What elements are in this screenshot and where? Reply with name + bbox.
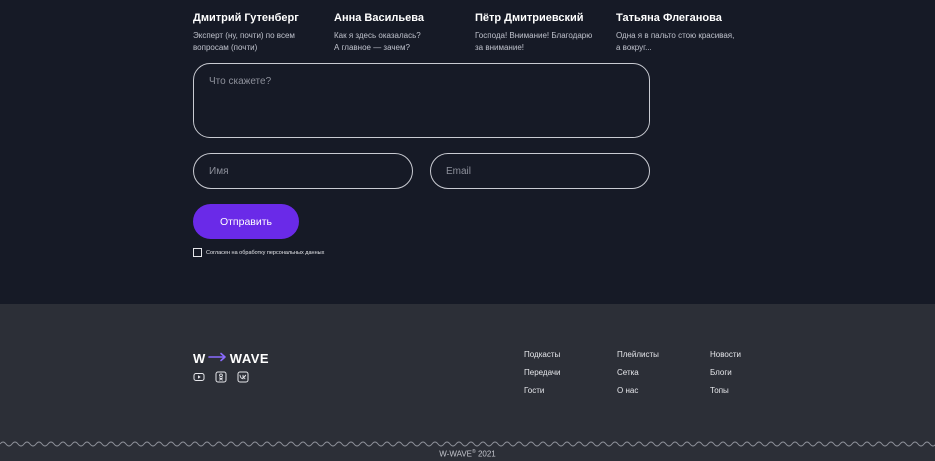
consent-checkbox[interactable]: [193, 248, 202, 257]
guest-card: Татьяна Флеганова Одна я в пальто стою к…: [616, 11, 756, 54]
guest-description: Как я здесь оказалась? А главное — зачем…: [334, 30, 474, 54]
guest-description: Господа! Внимание! Благодарю за внимание…: [475, 30, 615, 54]
guest-name: Анна Васильева: [334, 11, 474, 25]
registered-mark: ®: [472, 449, 476, 455]
wave-divider: [0, 440, 935, 448]
guest-name: Татьяна Флеганова: [616, 11, 756, 25]
guest-card: Анна Васильева Как я здесь оказалась? А …: [334, 11, 474, 54]
guest-description-line: за внимание!: [475, 43, 524, 52]
consent-row: Согласен на обработку персональных данны…: [193, 248, 324, 257]
footer-link-guests[interactable]: Гости: [524, 386, 544, 395]
guest-description-line: Эксперт (ну, почти) по всем: [193, 31, 295, 40]
feedback-section: Дмитрий Гутенберг Эксперт (ну, почти) по…: [0, 0, 935, 304]
footer-link-about[interactable]: О нас: [617, 386, 638, 395]
footer-link-playlists[interactable]: Плейлисты: [617, 350, 659, 359]
logo-w: W: [193, 351, 206, 366]
footer-link-podcasts[interactable]: Подкасты: [524, 350, 560, 359]
guest-description: Одна я в пальто стою красивая, а вокруг.…: [616, 30, 756, 54]
footer: W WAVE Подкасты Передачи Гости Плейлисты…: [0, 304, 935, 461]
youtube-icon[interactable]: [193, 371, 205, 383]
footer-link-schedule[interactable]: Сетка: [617, 368, 639, 377]
logo-wave: WAVE: [230, 351, 269, 366]
guest-name: Дмитрий Гутенберг: [193, 11, 333, 25]
guest-description-line: Господа! Внимание! Благодарю: [475, 31, 592, 40]
copyright: W-WAVE® 2021: [0, 449, 935, 459]
odnoklassniki-icon[interactable]: [215, 371, 227, 383]
message-textarea[interactable]: [193, 63, 650, 138]
guest-card: Пётр Дмитриевский Господа! Внимание! Бла…: [475, 11, 615, 54]
guest-description-line: Как я здесь оказалась?: [334, 31, 421, 40]
logo[interactable]: W WAVE: [193, 349, 269, 367]
email-input[interactable]: [430, 153, 650, 189]
vk-icon[interactable]: [237, 371, 249, 383]
guest-description-line: Одна я в пальто стою красивая,: [616, 31, 734, 40]
guest-description-line: А главное — зачем?: [334, 43, 410, 52]
guest-card: Дмитрий Гутенберг Эксперт (ну, почти) по…: [193, 11, 333, 54]
consent-label: Согласен на обработку персональных данны…: [206, 250, 324, 256]
guest-description: Эксперт (ну, почти) по всем вопросам (по…: [193, 30, 333, 54]
footer-link-news[interactable]: Новости: [710, 350, 741, 359]
footer-link-tops[interactable]: Топы: [710, 386, 729, 395]
guest-description-line: вопросам (почти): [193, 43, 257, 52]
submit-button[interactable]: Отправить: [193, 204, 299, 239]
copyright-brand: W-WAVE: [439, 450, 472, 459]
footer-link-blogs[interactable]: Блоги: [710, 368, 732, 377]
name-input[interactable]: [193, 153, 413, 189]
arrow-right-icon: [208, 349, 228, 367]
footer-link-shows[interactable]: Передачи: [524, 368, 561, 377]
guest-description-line: а вокруг...: [616, 43, 652, 52]
guest-name: Пётр Дмитриевский: [475, 11, 615, 25]
copyright-year: 2021: [478, 450, 496, 459]
